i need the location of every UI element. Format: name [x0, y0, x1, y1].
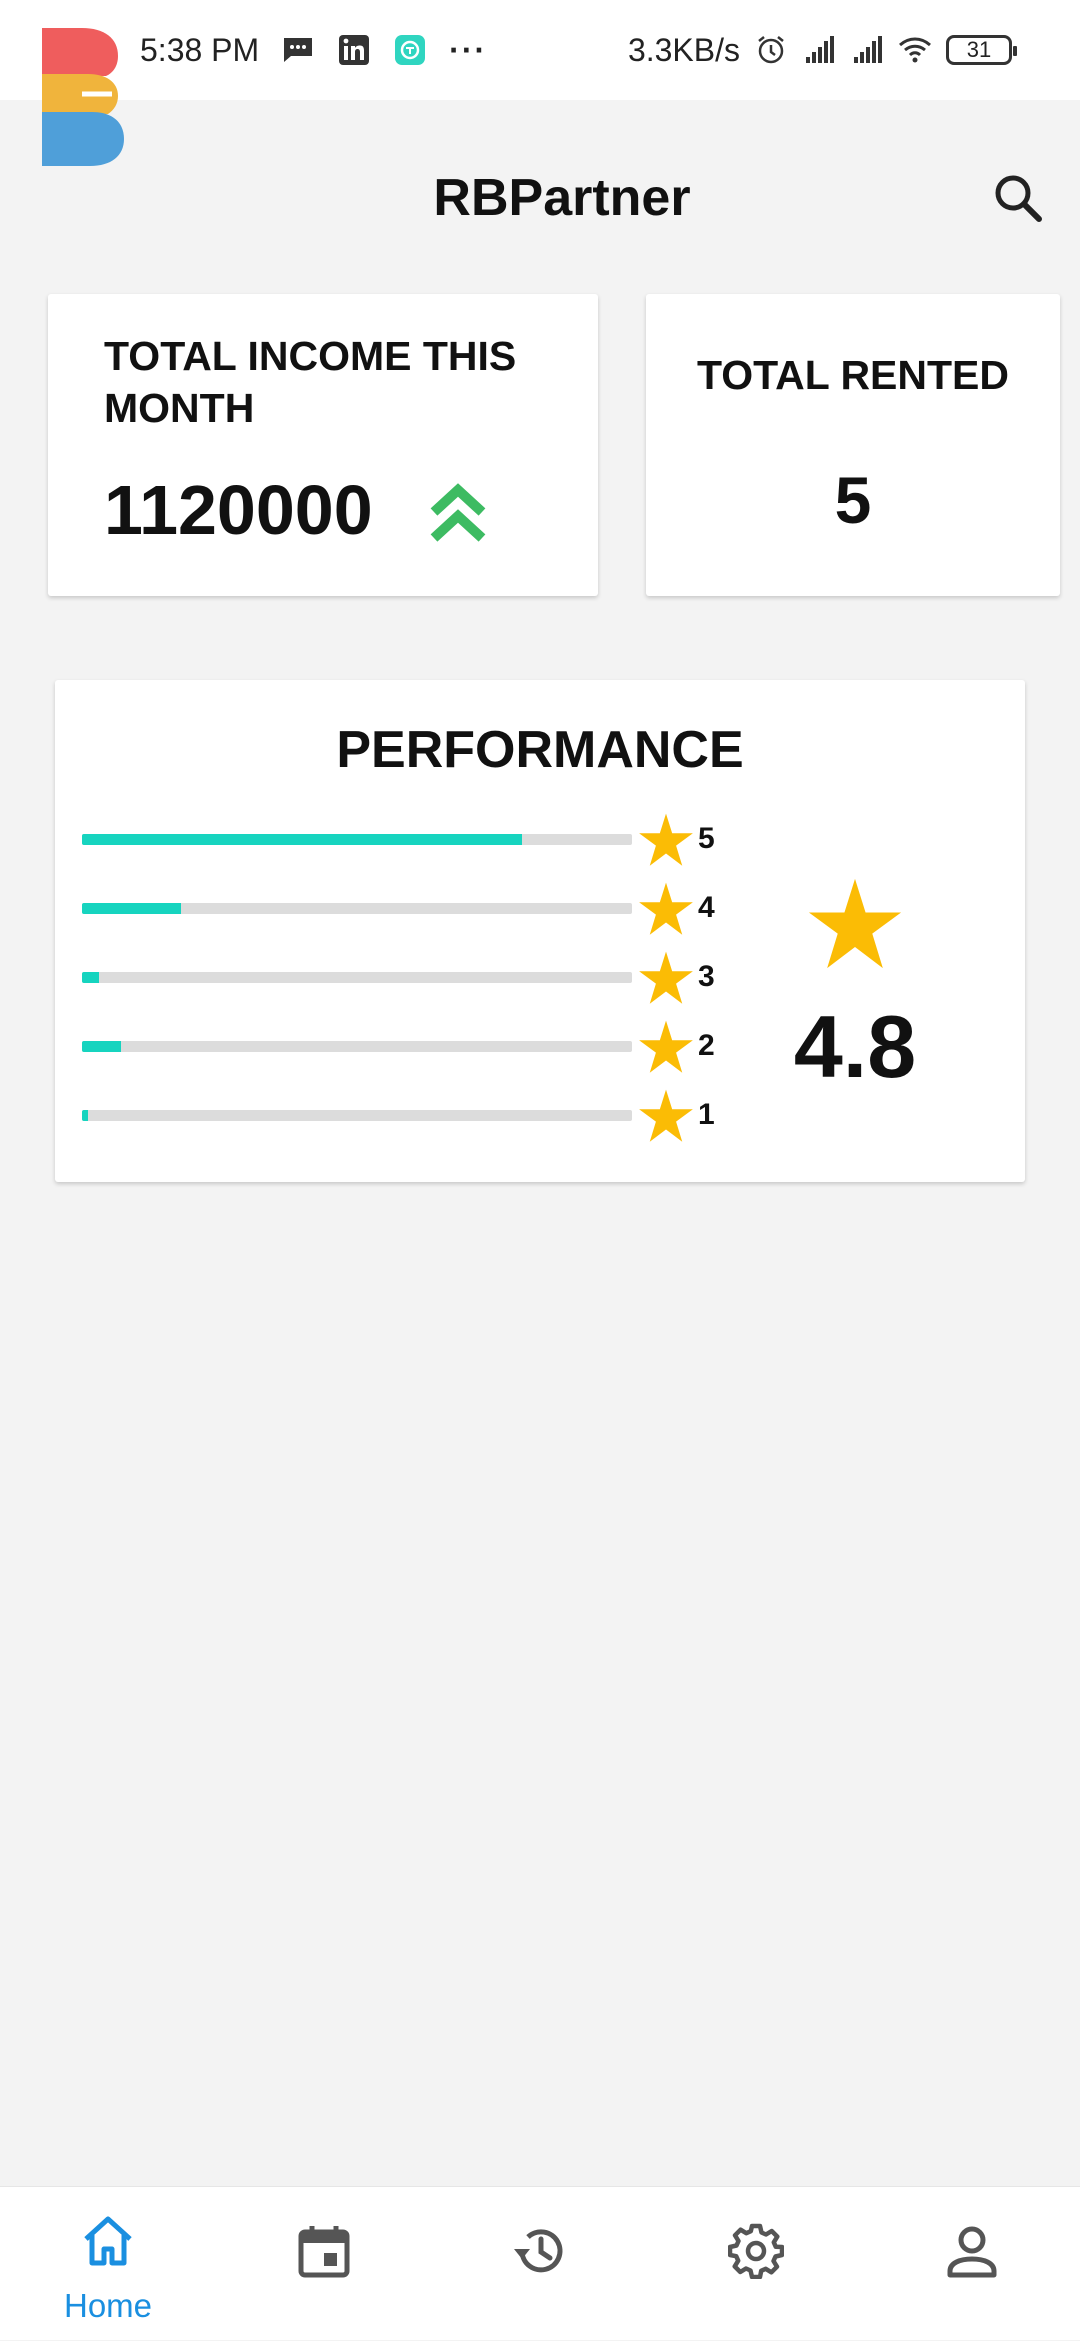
- star-icon: [639, 951, 693, 1004]
- home-icon: [84, 2216, 132, 2266]
- status-right: 3.3KB/s 31: [627, 0, 1017, 100]
- rented-card: TOTAL RENTED 5: [646, 294, 1060, 596]
- wifi-icon: [898, 35, 932, 65]
- rating-star-count: 3: [698, 960, 715, 993]
- status-bar: 5:38 PM ··· 3.3KB/s 31: [0, 0, 1080, 100]
- rating-bar-track: [82, 1110, 632, 1121]
- calendar-icon: [298, 2226, 350, 2278]
- rating-bar-track: [82, 903, 632, 914]
- rating-bar-fill: [82, 1110, 88, 1121]
- rating-row-4: 4: [82, 879, 715, 939]
- rating-bar-track: [82, 1041, 632, 1052]
- rating-row-3: 3: [82, 948, 715, 1008]
- nav-settings[interactable]: [648, 2187, 864, 2341]
- rating-star-count: 1: [698, 1098, 715, 1131]
- app-icon: [393, 35, 427, 65]
- performance-title: PERFORMANCE: [336, 721, 744, 779]
- rating-bar-track: [82, 972, 632, 983]
- gear-icon: [728, 2223, 784, 2279]
- star-icon: [639, 1089, 693, 1142]
- app-title: RBPartner: [433, 169, 691, 227]
- star-icon: [639, 1020, 693, 1073]
- message-icon: [281, 35, 315, 65]
- income-value: 1120000: [104, 471, 373, 549]
- profile-icon: [947, 2226, 997, 2278]
- rating-bar-fill: [82, 972, 99, 983]
- rating-row-5: 5: [82, 810, 715, 870]
- more-indicator: ···: [449, 31, 488, 68]
- performance-card: PERFORMANCE 5 4 3 2 1 4.8: [55, 680, 1025, 1182]
- star-icon: [808, 878, 902, 969]
- rating-bar-fill: [82, 1041, 121, 1052]
- signal-icon: [802, 35, 836, 65]
- alarm-icon: [754, 35, 788, 65]
- network-speed: 3.3KB/s: [627, 31, 740, 68]
- nav-history[interactable]: [432, 2187, 648, 2341]
- rating-row-2: 2: [82, 1017, 715, 1077]
- rating-bar-track: [82, 834, 632, 845]
- rating-star-count: 5: [698, 822, 715, 855]
- rating-row-1: 1: [82, 1086, 715, 1146]
- rating-bar-fill: [82, 834, 522, 845]
- income-label: TOTAL INCOME THIS MONTH: [104, 333, 517, 431]
- search-button[interactable]: [988, 168, 1048, 228]
- history-icon: [514, 2229, 563, 2273]
- rating-star-count: 2: [698, 1029, 715, 1062]
- nav-profile[interactable]: [864, 2187, 1080, 2341]
- rented-label: TOTAL RENTED: [696, 352, 1010, 398]
- star-icon: [639, 813, 693, 866]
- signal-icon: [850, 35, 884, 65]
- linkedin-icon: [337, 35, 371, 65]
- search-icon: [995, 175, 1042, 222]
- rating-star-count: 4: [698, 891, 715, 924]
- battery-indicator: 31: [946, 35, 1017, 65]
- income-card: TOTAL INCOME THIS MONTH 1120000: [48, 294, 598, 596]
- bottom-navigation: Home: [0, 2186, 1080, 2340]
- app-logo: [42, 28, 124, 166]
- nav-home-label: Home: [63, 2287, 153, 2324]
- rating-bar-fill: [82, 903, 181, 914]
- status-left: 5:38 PM ···: [140, 0, 487, 100]
- double-chevron-up-icon: [430, 483, 486, 542]
- star-icon: [639, 882, 693, 935]
- rented-value: 5: [834, 463, 872, 537]
- nav-home[interactable]: Home: [0, 2187, 216, 2341]
- average-rating: 4.8: [793, 997, 917, 1096]
- status-time: 5:38 PM: [140, 31, 260, 68]
- nav-calendar[interactable]: [216, 2187, 432, 2341]
